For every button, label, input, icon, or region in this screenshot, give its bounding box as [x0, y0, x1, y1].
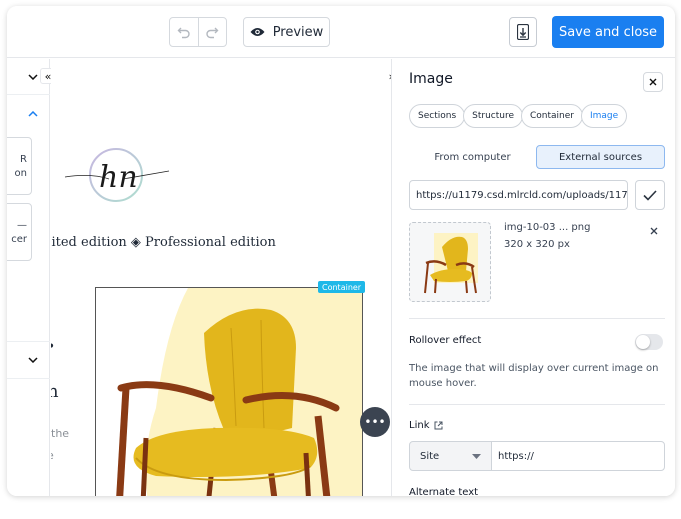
edition-text: imited edition ◈ Professional edition [51, 235, 276, 250]
selected-container[interactable] [95, 287, 363, 496]
breadcrumb-container[interactable]: Container [521, 104, 583, 128]
blocks-section-toggle-3[interactable] [7, 341, 50, 379]
history-controls [169, 17, 227, 47]
link-type-value: Site [420, 450, 440, 462]
block-card-spacer[interactable]: — cer [7, 203, 32, 261]
preview-label: Preview [272, 24, 324, 40]
breadcrumb-structure[interactable]: Structure [463, 104, 524, 128]
download-button[interactable] [509, 17, 537, 47]
preview-button[interactable]: Preview [243, 17, 330, 47]
chevron-up-icon [28, 111, 38, 117]
download-icon [517, 24, 529, 40]
block-card-label: cer [11, 233, 27, 245]
rollover-effect-label: Rollover effect [409, 335, 482, 346]
more-options-button[interactable]: ••• [360, 407, 390, 437]
save-label: Save and close [558, 24, 658, 40]
image-thumbnail[interactable] [409, 222, 491, 302]
file-dimensions: 320 x 320 px [504, 239, 570, 250]
link-url-input[interactable]: https:// [491, 441, 665, 471]
external-link-icon[interactable] [434, 421, 443, 430]
link-label-text: Link [409, 420, 430, 431]
undo-button[interactable] [170, 18, 198, 46]
side-text-line-2: e [51, 449, 54, 462]
undo-icon [177, 27, 190, 39]
chevron-down-icon [28, 357, 38, 363]
block-card-icon: R [20, 153, 27, 165]
block-card-label: on [14, 167, 27, 179]
confirm-url-button[interactable] [635, 180, 665, 210]
toggle-knob [636, 335, 650, 349]
block-card-icon: — [17, 219, 27, 231]
checkmark-icon [643, 189, 657, 201]
rollover-effect-toggle[interactable] [635, 334, 663, 350]
close-icon [649, 78, 657, 86]
save-and-close-button[interactable]: Save and close [552, 16, 664, 48]
breadcrumb: Sections Structure Container Image [409, 104, 628, 128]
side-heading: n [51, 381, 59, 402]
more-dots-icon: ••• [364, 415, 386, 429]
chair-thumbnail-icon [424, 233, 478, 294]
breadcrumb-image[interactable]: Image [581, 104, 628, 128]
close-panel-button[interactable] [643, 72, 663, 92]
close-icon [650, 227, 658, 235]
tab-external-sources[interactable]: External sources [536, 145, 665, 169]
chevron-down-icon [28, 73, 38, 80]
bullet-marker: • [51, 339, 55, 355]
alternate-text-label: Alternate text [409, 487, 479, 496]
remove-image-button[interactable] [650, 224, 658, 238]
blocks-section-toggle-2[interactable] [7, 96, 50, 132]
file-name: img-10-03 ... png [504, 222, 591, 233]
blocks-panel: R on — cer [7, 59, 50, 496]
redo-icon [206, 27, 219, 39]
side-text-line-1: the [51, 427, 70, 440]
logo-monogram: hn [99, 160, 138, 195]
app-window: Preview Save and close R on — cer « hn i… [7, 6, 675, 496]
breadcrumb-sections[interactable]: Sections [409, 104, 466, 128]
divider [409, 318, 665, 319]
rollover-effect-description: The image that will display over current… [409, 363, 659, 389]
eye-icon [250, 28, 265, 36]
logo-image: hn [64, 148, 170, 202]
image-source-tabs: From computer External sources [409, 145, 665, 169]
chair-image[interactable] [96, 288, 362, 496]
divider [409, 404, 665, 405]
link-label: Link [409, 420, 443, 431]
panel-title: Image [409, 71, 453, 87]
image-url-input[interactable]: https://u1179.csd.mlrcld.com/uploads/117… [409, 180, 628, 210]
top-toolbar: Preview Save and close [7, 6, 675, 58]
container-tag[interactable]: Container [318, 281, 366, 293]
tab-from-computer[interactable]: From computer [409, 145, 536, 169]
caret-down-icon [472, 453, 481, 459]
block-card-button[interactable]: R on [7, 137, 32, 195]
email-canvas: hn imited edition ◈ Professional edition… [51, 59, 390, 496]
redo-button[interactable] [197, 18, 226, 46]
image-settings-panel: Image Sections Structure Container Image… [391, 59, 675, 496]
link-type-select[interactable]: Site [409, 441, 492, 471]
